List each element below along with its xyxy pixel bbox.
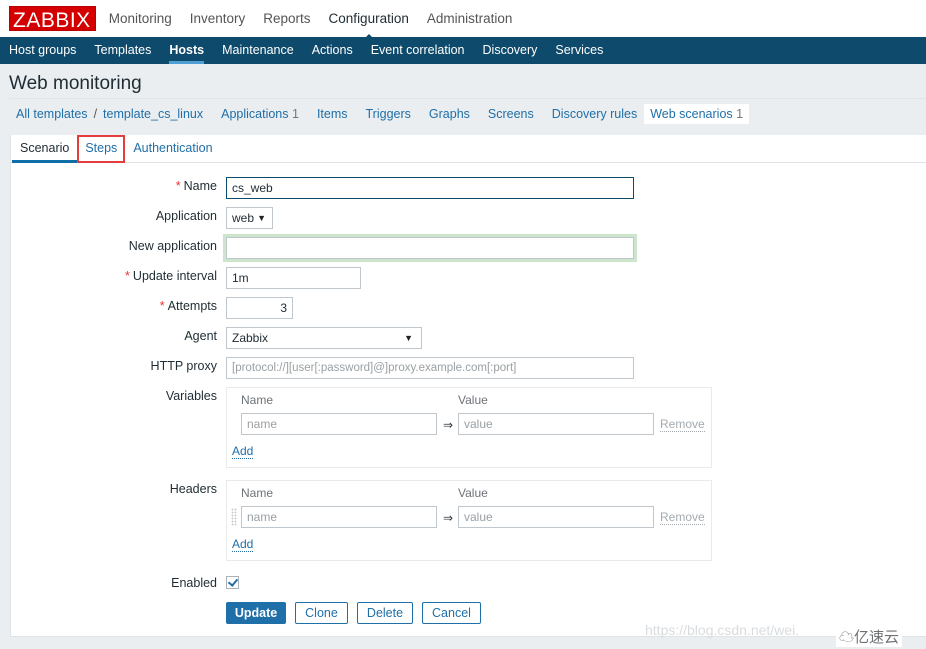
headers-label: Headers bbox=[169, 482, 217, 496]
variable-remove-link[interactable]: Remove bbox=[660, 418, 705, 432]
agent-select[interactable]: Zabbix ▼ bbox=[226, 327, 422, 349]
required-marker: * bbox=[159, 299, 165, 313]
delete-button[interactable]: Delete bbox=[357, 602, 413, 624]
breadcrumb-discovery-rules[interactable]: Discovery rules bbox=[552, 107, 637, 121]
submenu-event-correlation[interactable]: Event correlation bbox=[371, 37, 465, 64]
submenu-host-groups[interactable]: Host groups bbox=[9, 37, 76, 64]
submenu-services[interactable]: Services bbox=[555, 37, 603, 64]
enabled-label: Enabled bbox=[171, 576, 217, 590]
cloud-icon: ☁ bbox=[839, 629, 855, 646]
submenu-actions[interactable]: Actions bbox=[312, 37, 353, 64]
top-bar: ZABBIX Monitoring Inventory Reports Conf… bbox=[0, 0, 926, 41]
menu-monitoring[interactable]: Monitoring bbox=[109, 11, 172, 26]
breadcrumb-template[interactable]: template_cs_linux bbox=[103, 107, 203, 121]
header-value-input[interactable]: value bbox=[458, 506, 654, 528]
new-application-input[interactable] bbox=[226, 237, 634, 259]
menu-configuration[interactable]: Configuration bbox=[329, 11, 409, 41]
watermark-brand-text: 亿速云 bbox=[854, 629, 900, 646]
update-interval-label: * Update interval bbox=[125, 269, 217, 283]
breadcrumb-items[interactable]: Items bbox=[317, 107, 348, 121]
breadcrumb-applications[interactable]: Applications 1 bbox=[221, 107, 299, 121]
header-add-link[interactable]: Add bbox=[232, 538, 254, 552]
attempts-label: * Attempts bbox=[160, 299, 217, 313]
applications-label: Applications bbox=[221, 107, 289, 121]
variable-name-input[interactable]: name bbox=[241, 413, 437, 435]
drag-handle-icon[interactable] bbox=[231, 508, 237, 526]
breadcrumb-screens[interactable]: Screens bbox=[488, 107, 534, 121]
tab-steps[interactable]: Steps bbox=[77, 135, 126, 163]
page-title: Web monitoring bbox=[9, 73, 142, 94]
attempts-label-text: Attempts bbox=[167, 299, 217, 313]
required-marker: * bbox=[125, 269, 130, 283]
variable-value-input[interactable]: value bbox=[458, 413, 654, 435]
watermark-brand: ☁亿速云 bbox=[836, 626, 903, 647]
name-label-text: Name bbox=[183, 179, 217, 193]
breadcrumb-graphs[interactable]: Graphs bbox=[429, 107, 470, 121]
variable-add-link[interactable]: Add bbox=[232, 445, 254, 459]
chevron-down-icon: ▼ bbox=[404, 333, 413, 343]
clone-button[interactable]: Clone bbox=[295, 602, 348, 624]
breadcrumb-all-templates[interactable]: All templates bbox=[16, 107, 88, 121]
application-value: web bbox=[232, 211, 255, 225]
menu-administration[interactable]: Administration bbox=[427, 11, 513, 26]
header-name-input[interactable]: name bbox=[241, 506, 437, 528]
web-scenario-form: Scenario Steps Authentication * Name cs_w… bbox=[10, 135, 926, 637]
chevron-down-icon: ▼ bbox=[257, 213, 266, 223]
submenu-maintenance[interactable]: Maintenance bbox=[222, 37, 294, 64]
agent-value: Zabbix bbox=[232, 331, 269, 345]
headers-table: Name Value name ⇒ value Remove Add bbox=[226, 480, 712, 561]
menu-inventory[interactable]: Inventory bbox=[190, 11, 246, 26]
watermark-url: https://blog.csdn.net/wei. bbox=[645, 622, 800, 638]
main-menu: Monitoring Inventory Reports Configurati… bbox=[109, 11, 531, 41]
update-button[interactable]: Update bbox=[226, 602, 286, 624]
name-label: * Name bbox=[176, 179, 217, 193]
variables-col-value: Value bbox=[458, 393, 488, 407]
web-scenarios-count: 1 bbox=[736, 107, 744, 121]
zabbix-logo[interactable]: ZABBIX bbox=[9, 6, 96, 32]
form-tabs: Scenario Steps Authentication bbox=[11, 135, 926, 163]
enabled-checkbox[interactable] bbox=[226, 576, 239, 589]
attempts-input[interactable]: 3 bbox=[226, 297, 293, 319]
http-proxy-label: HTTP proxy bbox=[150, 359, 217, 373]
submenu-templates[interactable]: Templates bbox=[94, 37, 151, 64]
update-interval-input[interactable]: 1m bbox=[226, 267, 361, 289]
arrow-icon: ⇒ bbox=[443, 418, 454, 432]
tab-authentication[interactable]: Authentication bbox=[125, 135, 220, 163]
headers-col-value: Value bbox=[458, 486, 488, 500]
header-remove-link[interactable]: Remove bbox=[660, 511, 705, 525]
agent-label: Agent bbox=[184, 329, 217, 343]
required-marker: * bbox=[175, 179, 181, 193]
arrow-icon: ⇒ bbox=[443, 511, 454, 525]
breadcrumb: All templates / template_cs_linux Applic… bbox=[0, 99, 926, 129]
application-label: Application bbox=[155, 209, 217, 223]
update-interval-label-text: Update interval bbox=[132, 269, 217, 283]
variables-col-name: Name bbox=[241, 393, 274, 407]
breadcrumb-triggers[interactable]: Triggers bbox=[366, 107, 411, 121]
sub-menu: Host groups Templates Hosts Maintenance … bbox=[0, 37, 926, 64]
submenu-hosts[interactable]: Hosts bbox=[169, 37, 204, 64]
applications-count: 1 bbox=[292, 107, 299, 121]
variables-label: Variables bbox=[165, 389, 217, 403]
cancel-button[interactable]: Cancel bbox=[422, 602, 481, 624]
http-proxy-input[interactable]: [protocol://][user[:password]@]proxy.exa… bbox=[226, 357, 634, 379]
name-input[interactable]: cs_web bbox=[226, 177, 634, 199]
submenu-discovery[interactable]: Discovery bbox=[483, 37, 538, 64]
variables-table: Name Value name ⇒ value Remove Add bbox=[226, 387, 712, 468]
headers-col-name: Name bbox=[241, 486, 274, 500]
breadcrumb-separator: / bbox=[93, 107, 98, 121]
web-scenarios-label: Web scenarios bbox=[650, 107, 733, 121]
breadcrumb-web-scenarios[interactable]: Web scenarios 1 bbox=[644, 104, 750, 124]
menu-reports[interactable]: Reports bbox=[263, 11, 310, 26]
tab-scenario[interactable]: Scenario bbox=[12, 135, 78, 163]
application-select[interactable]: web ▼ bbox=[226, 207, 273, 229]
new-application-label: New application bbox=[128, 239, 217, 253]
